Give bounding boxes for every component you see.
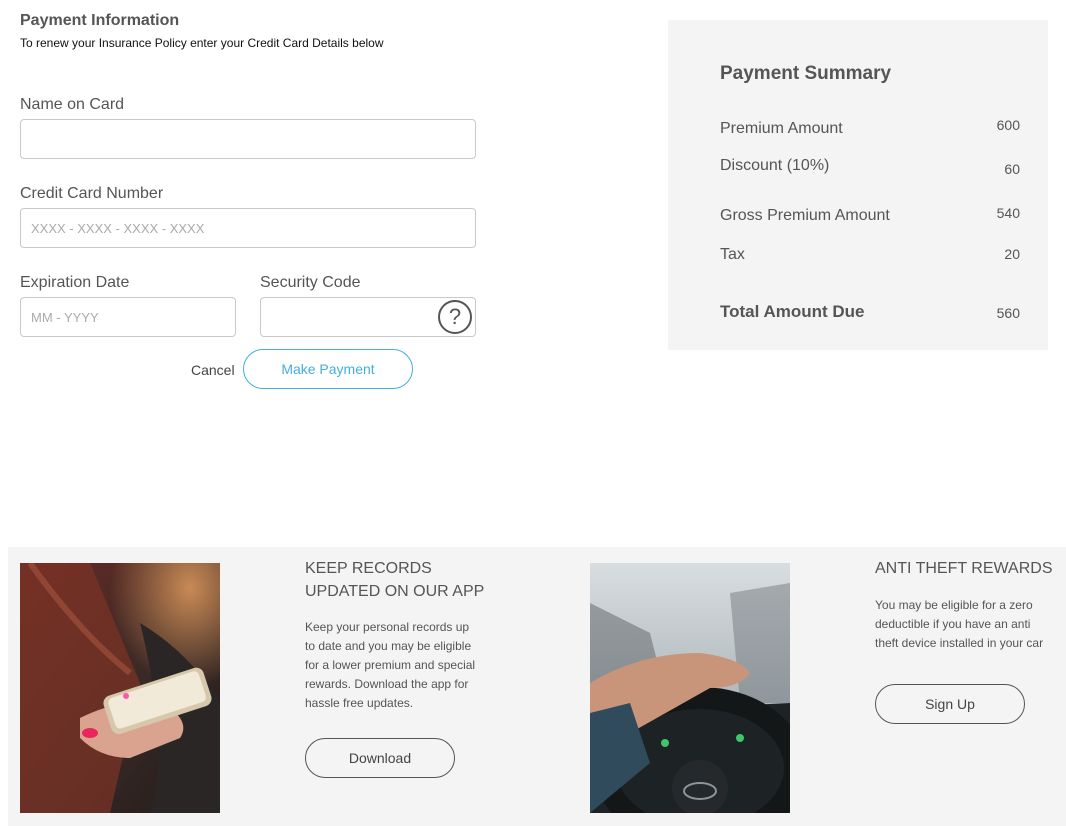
form-title: Payment Information (20, 12, 180, 29)
name-on-card-label: Name on Card (20, 96, 125, 113)
steering-wheel-photo (590, 563, 790, 813)
card-number-input[interactable] (20, 208, 476, 248)
gross-premium-value: 540 (996, 205, 1020, 221)
tax-value: 20 (1004, 246, 1020, 262)
promo-records-heading: KEEP RECORDS UPDATED ON OUR APP (305, 560, 485, 600)
phone-in-hand-photo (20, 563, 220, 813)
help-icon[interactable]: ? (438, 300, 472, 334)
sign-up-button[interactable]: Sign Up (875, 684, 1025, 724)
make-payment-button[interactable]: Make Payment (243, 349, 413, 389)
premium-amount-value: 600 (996, 117, 1020, 133)
card-number-label: Credit Card Number (20, 185, 164, 202)
discount-value: 60 (1004, 161, 1020, 177)
total-due-value: 560 (996, 305, 1020, 321)
expiration-date-input[interactable] (20, 297, 236, 337)
cancel-link[interactable]: Cancel (191, 362, 235, 378)
name-on-card-input[interactable] (20, 119, 476, 159)
security-code-label: Security Code (260, 274, 361, 291)
form-subtitle: To renew your Insurance Policy enter you… (20, 36, 384, 50)
download-button[interactable]: Download (305, 738, 455, 778)
promo-records-body: Keep your personal records up to date an… (305, 620, 476, 710)
payment-summary-panel: Payment Summary Premium Amount 600 Disco… (668, 20, 1048, 350)
promo-theft-heading: ANTI THEFT REWARDS (875, 560, 1053, 577)
tax-label: Tax (720, 246, 745, 263)
summary-title: Payment Summary (720, 63, 892, 84)
expiration-date-label: Expiration Date (20, 274, 130, 291)
gross-premium-label: Gross Premium Amount (720, 207, 890, 224)
premium-amount-label: Premium Amount (720, 120, 843, 137)
total-due-label: Total Amount Due (720, 302, 865, 321)
promo-theft-body: You may be eligible for a zero deductibl… (875, 598, 1044, 650)
discount-label: Discount (10%) (720, 157, 830, 174)
